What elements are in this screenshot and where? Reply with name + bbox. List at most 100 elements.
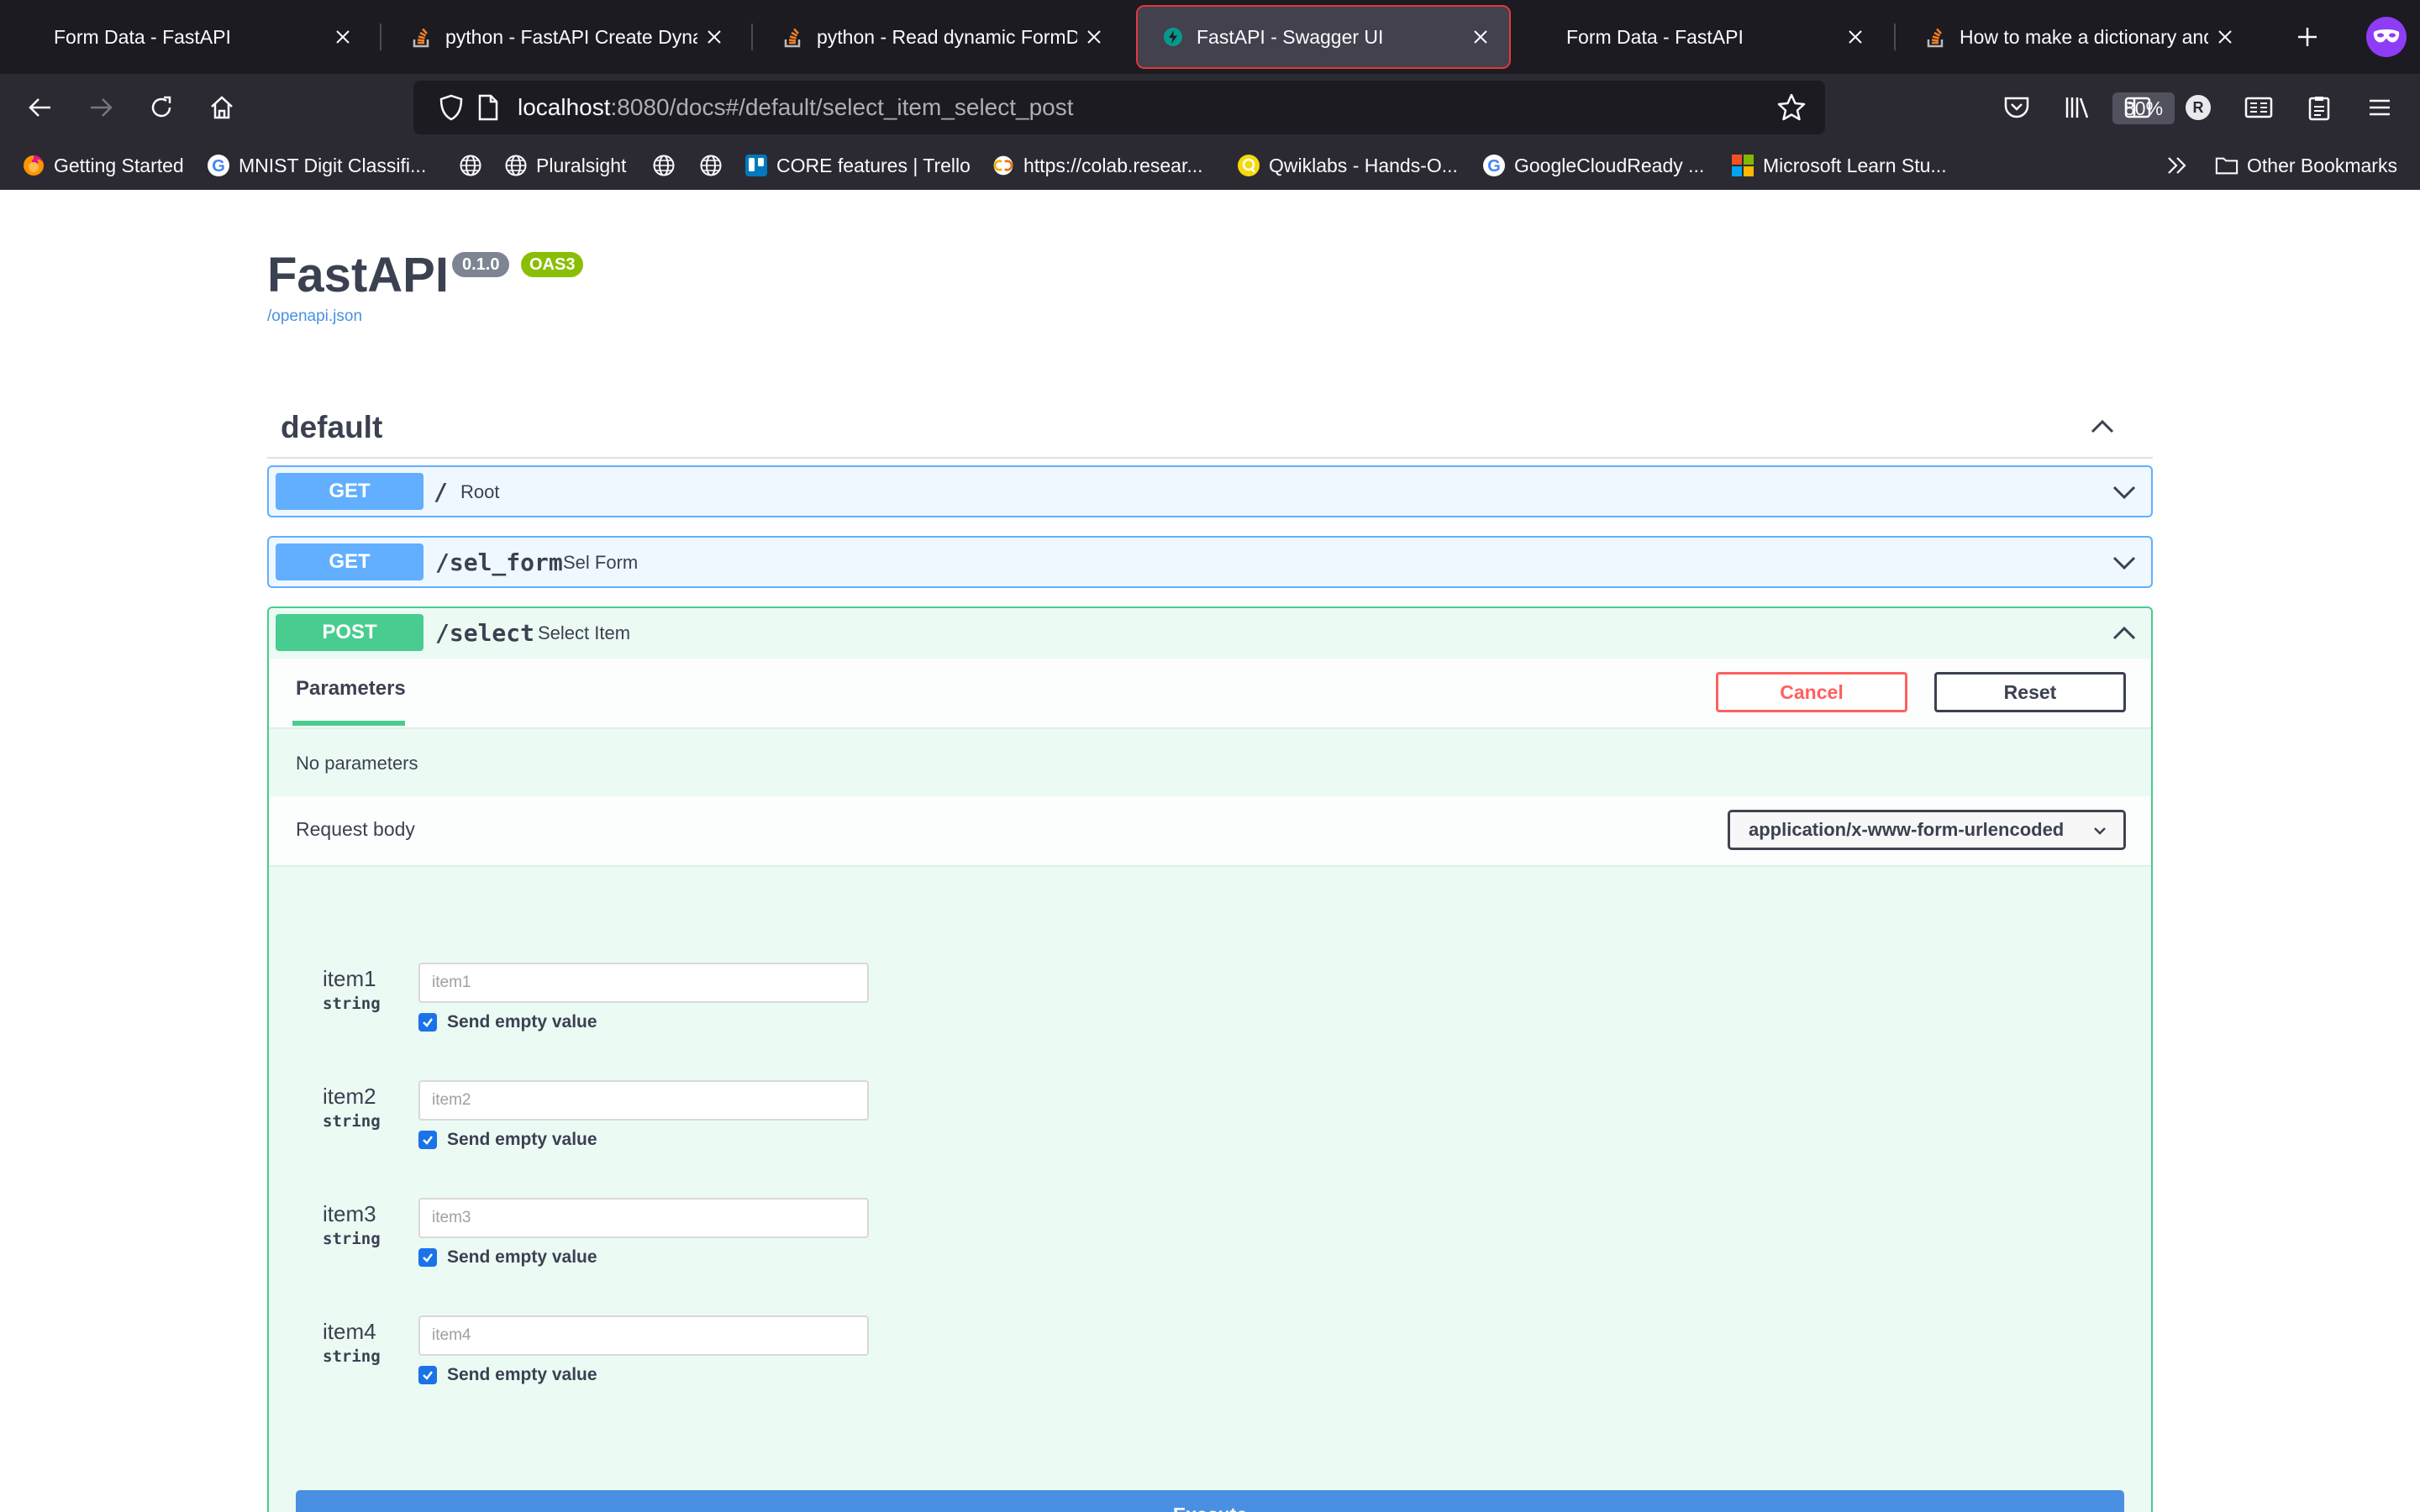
pocket-button[interactable] [1998, 89, 2035, 126]
openapi-json-link[interactable]: /openapi.json [267, 307, 362, 326]
close-icon[interactable] [1839, 20, 1872, 54]
close-icon[interactable] [326, 20, 360, 54]
other-bookmarks-folder[interactable]: Other Bookmarks [2215, 141, 2397, 190]
send-empty-item3[interactable]: Send empty value [418, 1245, 597, 1270]
chevron-down-icon [2094, 827, 2106, 835]
sidebar-icon [2124, 97, 2151, 118]
close-icon[interactable] [2208, 20, 2242, 54]
bookmark-mnist[interactable]: G MNIST Digit Classifi... [207, 141, 426, 190]
bookmark-microsoft-learn[interactable]: Microsoft Learn Stu... [1731, 141, 1947, 190]
bookmark-colab[interactable]: https://colab.resear... [992, 141, 1203, 190]
request-body-header: Request body application/x-www-form-urle… [269, 796, 2151, 865]
bookmarks-toolbar: Getting Started G MNIST Digit Classifi..… [0, 141, 2420, 190]
operation-description: Sel Form [563, 552, 639, 573]
operation-post-select: POST /select Select Item Parameters Canc… [267, 606, 2153, 1512]
bookmark-trello[interactable]: CORE features | Trello [744, 141, 971, 190]
page-info-icon[interactable] [477, 94, 499, 125]
url-host: localhost [518, 94, 611, 120]
sidebar-button[interactable] [2119, 89, 2156, 126]
chevron-down-icon[interactable] [2109, 477, 2139, 507]
tab-form-data-2[interactable]: Form Data - FastAPI [1538, 7, 1884, 67]
clipboard-icon [2308, 97, 2330, 121]
bookmark-qwiklabs[interactable]: Qwiklabs - Hands-O... [1237, 141, 1458, 190]
item3-input[interactable] [418, 1198, 869, 1238]
forward-button[interactable] [82, 89, 119, 126]
colab-icon [992, 154, 1015, 177]
library-button[interactable] [2059, 89, 2096, 126]
google-icon: G [1482, 154, 1506, 177]
operation-summary[interactable]: POST /select Select Item [269, 608, 2151, 659]
svg-text:G: G [1487, 157, 1501, 176]
operation-get-sel-form[interactable]: GET /sel_form Sel Form [267, 536, 2153, 588]
field-type: string [323, 1230, 381, 1248]
back-arrow-icon [29, 98, 50, 117]
send-empty-item4[interactable]: Send empty value [418, 1362, 597, 1388]
item4-input[interactable] [418, 1315, 869, 1356]
hamburger-menu-icon [2370, 99, 2390, 116]
extensions-button[interactable] [2301, 89, 2338, 126]
tab-stackoverflow-dictionary[interactable]: How to make a dictionary and se [1901, 7, 2254, 67]
reload-button[interactable] [143, 89, 180, 126]
home-button[interactable] [203, 89, 240, 126]
url-text[interactable]: localhost:8080/docs#/default/select_item… [518, 81, 1074, 134]
item1-input[interactable] [418, 963, 869, 1003]
operation-summary[interactable]: GET /sel_form Sel Form [269, 538, 2151, 588]
execute-button[interactable]: Execute [296, 1490, 2124, 1512]
close-icon[interactable] [1464, 20, 1497, 54]
chevron-up-icon[interactable] [2109, 618, 2139, 648]
method-badge-get: GET [276, 473, 424, 510]
tab-label: python - Read dynamic FormData [817, 25, 1077, 48]
reset-button[interactable]: Reset [1934, 672, 2126, 712]
chevron-down-icon[interactable] [2109, 548, 2139, 578]
bookmark-globe-2[interactable] [652, 141, 684, 190]
tab-swagger-ui[interactable]: FastAPI - Swagger UI [1136, 5, 1511, 69]
field-name: item4 [323, 1319, 376, 1344]
item2-input[interactable] [418, 1080, 869, 1121]
bookmark-label: Microsoft Learn Stu... [1763, 154, 1947, 176]
tab-stackoverflow-formdata[interactable]: python - Read dynamic FormData [758, 7, 1123, 67]
bookmark-googlecloudready[interactable]: G GoogleCloudReady ... [1482, 141, 1704, 190]
tag-section-default[interactable]: default [267, 400, 2153, 459]
chevron-up-icon[interactable] [2086, 410, 2119, 444]
version-badge: 0.1.0 [452, 252, 510, 277]
shield-icon[interactable] [439, 94, 464, 125]
tab-label: Form Data - FastAPI [1566, 25, 1744, 48]
close-icon[interactable] [1077, 20, 1111, 54]
operation-path: /select [435, 619, 535, 647]
bookmark-pluralsight[interactable]: Pluralsight [504, 141, 626, 190]
checkbox-checked-icon[interactable] [418, 1131, 437, 1149]
bookmarks-overflow-button[interactable] [2165, 141, 2190, 190]
trello-icon [744, 154, 768, 177]
cancel-button[interactable]: Cancel [1716, 672, 1907, 712]
tab-form-data-1[interactable]: Form Data - FastAPI [25, 7, 371, 67]
private-browsing-mask-icon[interactable] [2366, 17, 2407, 57]
account-button[interactable]: R [2180, 89, 2217, 126]
menu-button[interactable] [2361, 89, 2398, 126]
checkbox-checked-icon[interactable] [418, 1013, 437, 1032]
bookmark-globe-3[interactable] [699, 141, 731, 190]
bookmark-globe-1[interactable] [459, 141, 491, 190]
checkbox-checked-icon[interactable] [418, 1366, 437, 1384]
bookmark-getting-started[interactable]: Getting Started [22, 141, 184, 190]
operation-summary[interactable]: GET / Root [269, 467, 2151, 517]
svg-text:R: R [2193, 99, 2204, 116]
send-empty-item2[interactable]: Send empty value [418, 1127, 597, 1152]
content-type-select[interactable]: application/x-www-form-urlencoded [1728, 810, 2126, 850]
back-button[interactable] [22, 89, 59, 126]
bookmark-label: CORE features | Trello [776, 154, 971, 176]
tab-label: Form Data - FastAPI [54, 25, 231, 48]
close-icon[interactable] [697, 20, 731, 54]
checkbox-checked-icon[interactable] [418, 1248, 437, 1267]
stackoverflow-icon [781, 25, 805, 49]
operation-get-root[interactable]: GET / Root [267, 465, 2153, 517]
tab-parameters[interactable]: Parameters [296, 677, 406, 701]
tab-label: FastAPI - Swagger UI [1197, 25, 1384, 48]
send-empty-item1[interactable]: Send empty value [418, 1010, 597, 1035]
tab-stackoverflow-dynamic[interactable]: python - FastAPI Create Dynamic [387, 7, 743, 67]
address-bar[interactable]: localhost:8080/docs#/default/select_item… [413, 81, 2175, 134]
reader-view-button[interactable] [2240, 89, 2277, 126]
parameters-header: Parameters Cancel Reset [269, 659, 2151, 727]
pocket-icon [2004, 97, 2029, 118]
new-tab-button[interactable] [2287, 17, 2328, 57]
bookmark-star-icon[interactable] [1776, 92, 1807, 127]
